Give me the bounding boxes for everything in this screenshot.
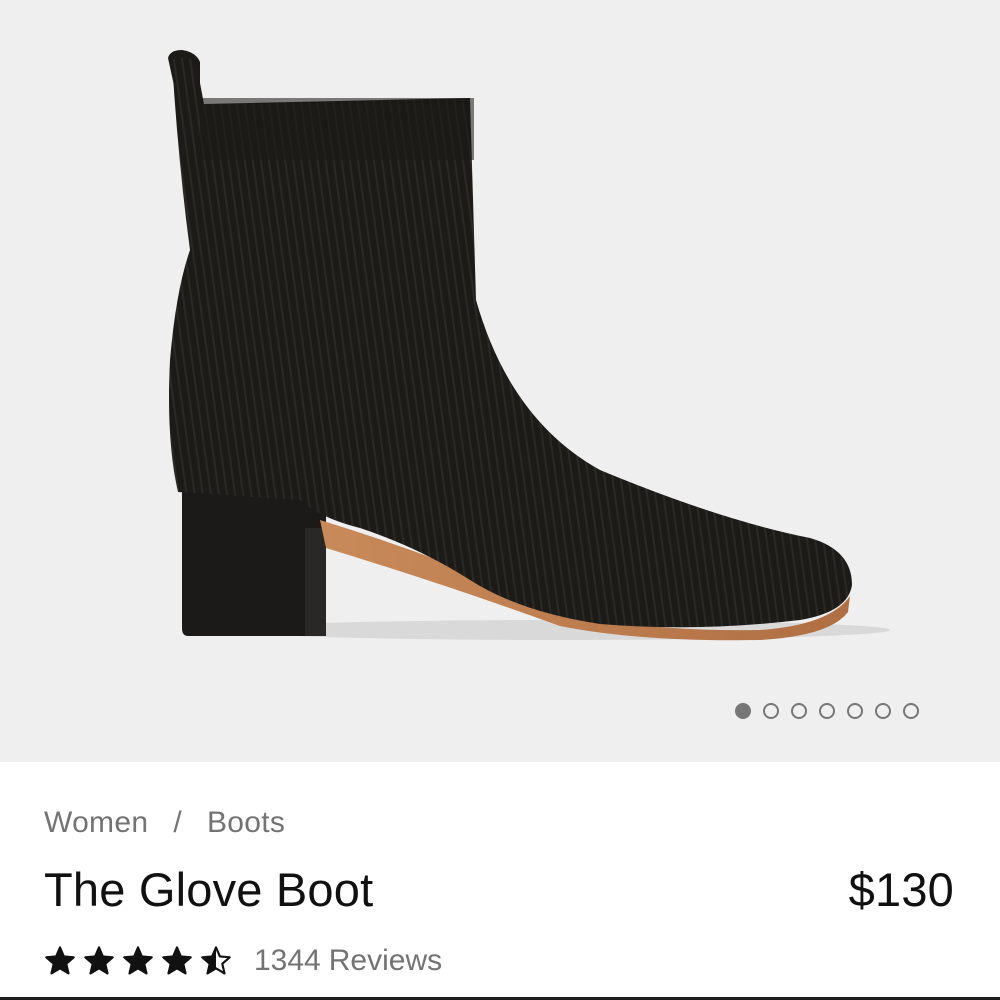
carousel-dot[interactable]: [819, 703, 835, 719]
product-price: $130: [848, 863, 954, 916]
breadcrumb: Women / Boots: [44, 806, 285, 840]
carousel-dot[interactable]: [903, 703, 919, 719]
star-filled-icon: [45, 946, 75, 975]
product-title: The Glove Boot: [44, 863, 374, 916]
carousel-dot[interactable]: [763, 703, 779, 719]
star-filled-icon: [123, 946, 153, 975]
star-filled-icon: [162, 946, 192, 975]
product-image[interactable]: [0, 0, 1000, 762]
reviews-count[interactable]: 1344: [254, 944, 321, 978]
reviews-label[interactable]: Reviews: [329, 944, 442, 978]
carousel-dot[interactable]: [791, 703, 807, 719]
carousel-indicators: [735, 703, 919, 719]
product-rating[interactable]: 1344 Reviews: [44, 944, 442, 978]
breadcrumb-separator: /: [173, 806, 182, 839]
product-page: Women / Boots The Glove Boot $130 1344 R…: [0, 0, 1000, 1000]
carousel-dot[interactable]: [847, 703, 863, 719]
rating-stars: [44, 945, 232, 977]
star-filled-icon: [84, 946, 114, 975]
carousel-dot[interactable]: [735, 703, 751, 719]
breadcrumb-boots-link[interactable]: Boots: [207, 806, 285, 840]
star-half-icon: [201, 946, 231, 975]
breadcrumb-women-link[interactable]: Women: [44, 806, 148, 840]
product-image-carousel[interactable]: [0, 0, 1000, 762]
carousel-dot[interactable]: [875, 703, 891, 719]
